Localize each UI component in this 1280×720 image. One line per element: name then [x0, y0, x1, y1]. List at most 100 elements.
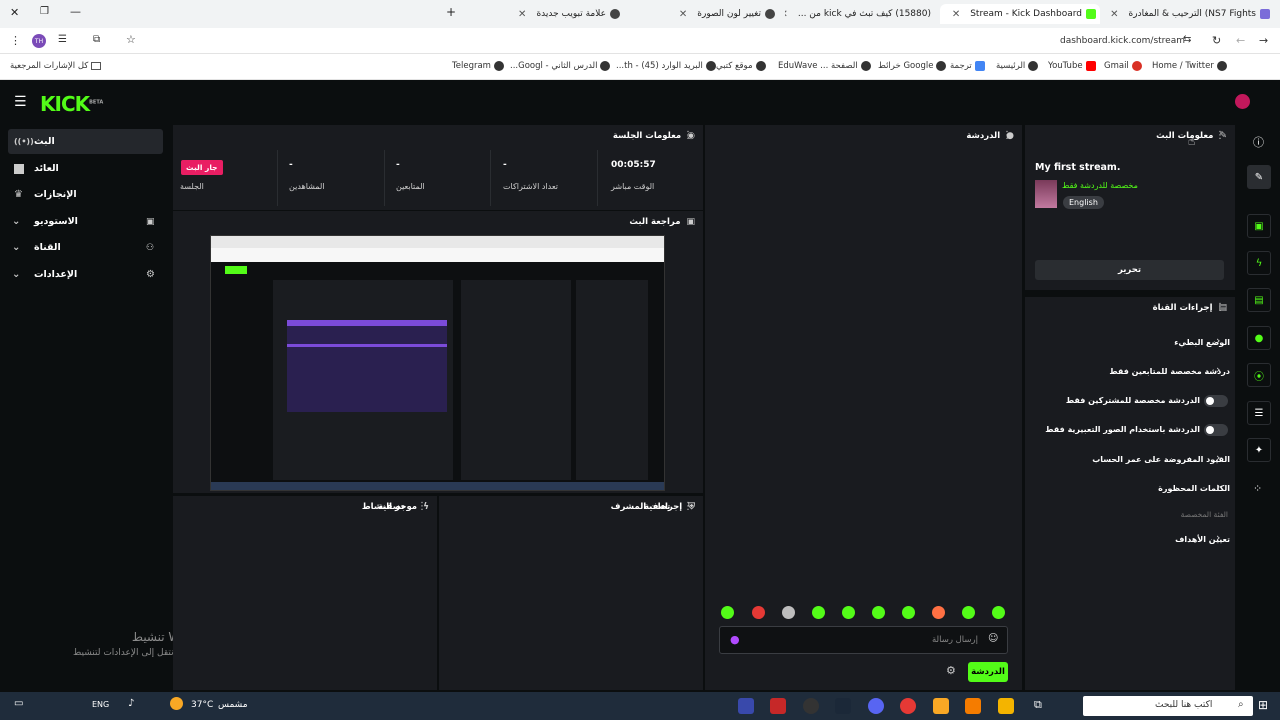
chat-message-input[interactable]: ● إرسال رسالة ☺: [719, 626, 1008, 654]
rail-button-broadcast[interactable]: ⦿: [1247, 363, 1271, 387]
rail-button-bolt[interactable]: ϟ: [1247, 251, 1271, 275]
chevron-right-icon[interactable]: ›: [1216, 531, 1220, 544]
emote-icon[interactable]: [962, 606, 975, 619]
chevron-right-icon[interactable]: ›: [1216, 451, 1220, 464]
taskbar-search-box[interactable]: اكتب هنا للبحث ⌕: [1083, 696, 1253, 716]
rail-button-document[interactable]: ▤: [1247, 288, 1271, 312]
bookmark-item[interactable]: Gmail: [1104, 61, 1142, 71]
bookmark-star-icon[interactable]: ☆: [126, 33, 136, 46]
volume-icon[interactable]: ♪: [128, 698, 134, 709]
extensions-icon[interactable]: ⧉: [93, 34, 100, 45]
tab-change-color[interactable]: تغيير لون الصورة ✕: [630, 6, 775, 22]
sidebar-item-studio[interactable]: ⌄ الاستوديو ▣: [8, 209, 163, 234]
app-icon[interactable]: [900, 698, 916, 714]
emote-icon[interactable]: [842, 606, 855, 619]
sidebar-item-stream[interactable]: ((•)) البث: [8, 129, 163, 154]
bookmark-item[interactable]: ترجمة: [950, 61, 985, 71]
stream-category[interactable]: مخصصة للدردشة فقط: [1062, 181, 1138, 190]
steam-icon[interactable]: [835, 698, 851, 714]
language-indicator[interactable]: ENG: [92, 700, 109, 709]
all-bookmarks[interactable]: كل الإشارات المرجعية: [10, 61, 102, 71]
kebab-menu-icon[interactable]: ⋮: [417, 501, 427, 512]
minimize-window-icon[interactable]: —: [70, 5, 81, 18]
kebab-menu-icon[interactable]: ⋮: [1002, 130, 1012, 141]
hamburger-menu-icon[interactable]: ☰: [14, 94, 27, 110]
new-tab-icon[interactable]: +: [446, 5, 456, 19]
edit-rail-button[interactable]: ✎: [1247, 165, 1271, 189]
emote-only-toggle[interactable]: [1204, 424, 1228, 436]
tab-kick-dashboard[interactable]: Stream - Kick Dashboard ✕: [940, 4, 1100, 24]
emote-icon[interactable]: [721, 606, 734, 619]
app-icon[interactable]: [738, 698, 754, 714]
close-tab-icon[interactable]: ✕: [785, 9, 788, 20]
emote-icon[interactable]: [992, 606, 1005, 619]
chrome-icon[interactable]: [998, 698, 1014, 714]
weather-temp[interactable]: 37°C: [191, 700, 213, 710]
rail-button-chat[interactable]: ●: [1247, 326, 1271, 350]
close-tab-icon[interactable]: ✕: [679, 9, 687, 20]
kebab-menu-icon[interactable]: ⋮: [683, 130, 693, 141]
close-tab-icon[interactable]: ✕: [518, 9, 526, 20]
chevron-right-icon[interactable]: ›: [1216, 480, 1220, 493]
emote-icon[interactable]: [812, 606, 825, 619]
chevron-right-icon[interactable]: ›: [1216, 334, 1220, 347]
sidebar-item-channel[interactable]: ⌄ القناة ⚇: [8, 235, 163, 260]
rail-button-server[interactable]: ☰: [1247, 401, 1271, 425]
kebab-menu-icon[interactable]: ⋮: [683, 501, 693, 512]
set-goals-row[interactable]: تعيين الأهداف: [1030, 529, 1230, 549]
url-field[interactable]: dashboard.kick.com/stream: [1060, 36, 1185, 46]
kebab-menu-icon[interactable]: ⋮: [1215, 130, 1225, 141]
bookmark-item[interactable]: Telegram: [452, 61, 504, 71]
bookmark-item[interactable]: الدرس الثاني - Googl...: [510, 61, 611, 71]
activity-filter-button[interactable]: تصفية: [378, 502, 404, 512]
rail-button-scan[interactable]: ▣: [1247, 214, 1271, 238]
site-settings-icon[interactable]: ⇆: [1183, 34, 1191, 45]
bookmark-item[interactable]: Home / Twitter: [1152, 61, 1227, 71]
banned-words-row[interactable]: الكلمات المحظورة: [1030, 478, 1230, 498]
media-icon[interactable]: ☰: [58, 34, 67, 45]
restore-window-icon[interactable]: ❐: [40, 6, 49, 17]
kick-logo[interactable]: KICKBETA: [40, 92, 103, 116]
app-icon[interactable]: [770, 698, 786, 714]
slow-mode-row[interactable]: الوضع البطيء: [1030, 332, 1230, 352]
chevron-right-icon[interactable]: ›: [1216, 363, 1220, 376]
tab-welcome[interactable]: NS7 Fights) الترحيب & المغادرة ✕: [1105, 6, 1270, 22]
bookmark-item[interactable]: موقع كتبي: [716, 61, 766, 71]
windows-start-icon[interactable]: ⊞: [1258, 698, 1268, 712]
sidebar-item-revenue[interactable]: العائد: [8, 156, 163, 181]
back-icon[interactable]: →: [1259, 34, 1268, 47]
tab-youtube[interactable]: (15880) كيف تبث في kick من ... ✕: [785, 6, 935, 22]
stream-video-preview[interactable]: [210, 235, 665, 491]
user-avatar[interactable]: [1235, 94, 1250, 109]
bookmark-item[interactable]: البريد الوارد (45) - th...: [616, 61, 716, 71]
emoji-icon[interactable]: ☺: [988, 633, 998, 644]
bookmark-item[interactable]: Google خرائط: [878, 61, 947, 71]
edit-stream-button[interactable]: تحرير: [1035, 260, 1224, 280]
info-icon[interactable]: ⓘ: [1253, 134, 1264, 150]
subscribers-only-toggle[interactable]: [1204, 395, 1228, 407]
emote-icon[interactable]: [752, 606, 765, 619]
apps-icon[interactable]: ⁘: [1253, 482, 1262, 495]
notification-icon[interactable]: ▭: [14, 698, 23, 709]
tab-new[interactable]: علامة تبويب جديدة ✕: [470, 6, 620, 22]
reload-icon[interactable]: ↻: [1212, 34, 1221, 47]
close-tab-icon[interactable]: ✕: [1110, 9, 1118, 20]
emote-icon[interactable]: [932, 606, 945, 619]
profile-avatar[interactable]: TH: [32, 34, 46, 48]
kebab-menu-icon[interactable]: ⋮: [1215, 302, 1225, 313]
more-menu-icon[interactable]: ⋮: [10, 34, 21, 47]
chat-settings-icon[interactable]: ⚙: [946, 664, 956, 677]
bookmark-item[interactable]: YouTube: [1048, 61, 1096, 71]
close-tab-icon[interactable]: ✕: [952, 9, 960, 20]
close-window-icon[interactable]: ✕: [10, 6, 19, 19]
rail-button-wrench[interactable]: ✦: [1247, 438, 1271, 462]
obs-icon[interactable]: [803, 698, 819, 714]
emote-icon[interactable]: [782, 606, 795, 619]
sidebar-item-settings[interactable]: ⌄ الإعدادات ⚙: [8, 262, 163, 287]
file-explorer-icon[interactable]: [933, 698, 949, 714]
mod-filter-button[interactable]: تصفية: [644, 502, 670, 512]
bookmark-item[interactable]: الصفحة ... EduWave: [778, 61, 871, 71]
task-view-icon[interactable]: ⧉: [1034, 698, 1042, 712]
account-age-row[interactable]: القيود المفروضة على عمر الحساب: [1030, 449, 1230, 469]
discord-icon[interactable]: [868, 698, 884, 714]
